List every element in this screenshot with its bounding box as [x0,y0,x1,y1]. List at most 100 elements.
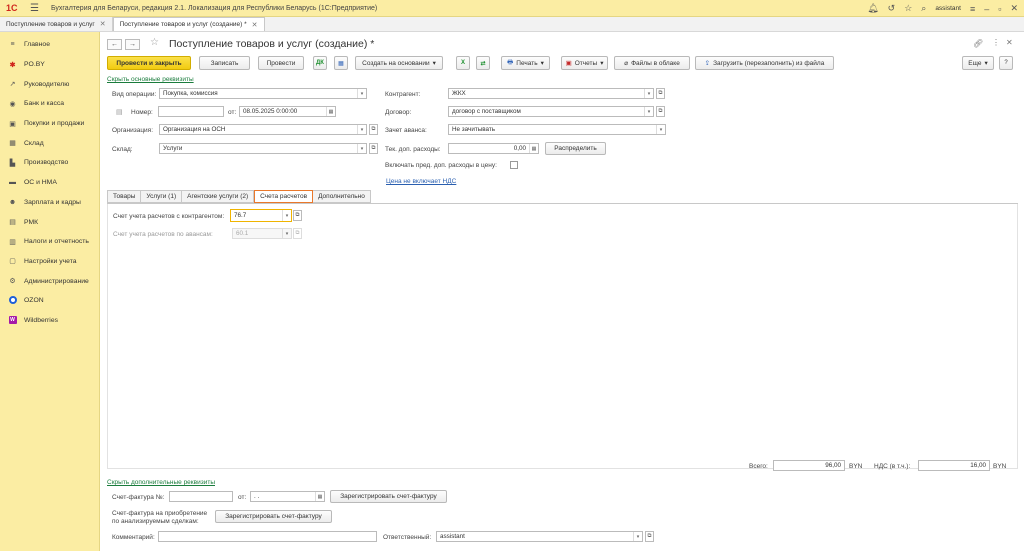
counterparty-account-select[interactable]: 76.7 ▾ [230,209,292,222]
open-counterparty-button[interactable]: ⧉ [656,88,665,99]
register-acquisition-invoice-button[interactable]: Зарегистрировать счет-фактуру [215,510,332,523]
open-warehouse-button[interactable]: ⧉ [369,143,378,154]
create-based-on-button[interactable]: Создать на основании ▾ [355,56,443,70]
reports-button[interactable]: ▣ Отчеты ▾ [561,56,608,70]
sidebar-item-bank[interactable]: ◉ Банк и касса [0,94,99,114]
sidebar-item-administration[interactable]: ⚙ Администрирование [0,271,99,291]
open-organization-button[interactable]: ⧉ [369,124,378,135]
advance-offset-select[interactable]: Не зачитывать ▾ [448,124,666,135]
contract-select[interactable]: договор с поставщиком ▾ [448,106,654,117]
extra-costs-input[interactable]: 0,00 ▦ [448,143,539,154]
settings-menu-icon[interactable]: ≡ [970,4,975,14]
sidebar-item-label: Руководителю [24,80,70,88]
contract-label: Договор: [385,109,412,116]
sidebar-item-taxes[interactable]: ▥ Налоги и отчетность [0,232,99,252]
load-from-file-button[interactable]: ⇪ Загрузить (перезаполнить) из файла [695,56,834,70]
poby-icon: ✱ [9,61,16,69]
number-input[interactable] [158,106,224,117]
sidebar-item-fixed-assets[interactable]: ▬ ОС и НМА [0,173,99,193]
hide-main-details-link[interactable]: Скрыть основные реквизиты [107,76,194,83]
sidebar-item-purchases-sales[interactable]: ▣ Покупки и продажи [0,114,99,134]
tab-additional[interactable]: Дополнительно [313,190,371,203]
register-invoice-button[interactable]: Зарегистрировать счет-фактуру [330,490,447,503]
open-responsible-button[interactable]: ⧉ [645,531,654,542]
maximize-icon[interactable]: ▫ [998,4,1001,14]
save-button[interactable]: Записать [199,56,250,70]
back-button[interactable]: ← [107,39,122,50]
history-icon[interactable]: ↺ [888,3,896,14]
excel-icon[interactable]: X [456,56,470,70]
sidebar-item-warehouse[interactable]: ▦ Склад [0,133,99,153]
sidebar-item-accounting-settings[interactable]: ▢ Настройки учета [0,252,99,272]
invoice-date-input[interactable]: . . ▦ [250,491,325,502]
close-icon[interactable]: ✕ [1006,38,1013,47]
tab-goods-receipt-list[interactable]: Поступление товаров и услуг ✕ [0,17,113,31]
post-and-close-button[interactable]: Провести и закрыть [107,56,191,70]
table-icon: ▤ [116,109,123,116]
invoice-number-input[interactable] [169,491,233,502]
cloud-files-button[interactable]: ⌀ Файлы в облаке [614,56,690,70]
current-user[interactable]: assistant [935,5,961,12]
tab-settlement-accounts[interactable]: Счета расчетов [254,190,314,203]
vat-label: НДС (в т.ч.): [874,463,911,470]
organization-select[interactable]: Организация на ОСН ▾ [159,124,367,135]
structure-icon[interactable]: ▦ [334,56,348,70]
dt-kt-icon[interactable]: ДК [313,56,327,70]
post-button[interactable]: Провести [258,56,304,70]
app-logo: 1С [6,3,18,13]
warehouse-select[interactable]: Услуги ▾ [159,143,367,154]
more-vertical-icon[interactable]: ⋮ [992,38,1000,47]
more-button[interactable]: Еще ▾ [962,56,994,70]
report-icon: ▣ [565,60,572,67]
counterparty-select[interactable]: ЖКХ ▾ [448,88,654,99]
chevron-down-icon: ▾ [540,60,544,67]
favorites-star-icon[interactable]: ☆ [904,3,912,14]
responsible-select[interactable]: assistant ▾ [436,531,643,542]
hide-extra-details-link[interactable]: Скрыть дополнительные реквизиты [107,479,215,486]
people-icon: ☻ [8,198,17,206]
advance-account-label: Счет учета расчетов по авансам: [113,231,213,238]
paperclip-icon: ⌀ [624,60,629,67]
open-account-button[interactable]: ⧉ [293,210,302,221]
exchange-icon[interactable]: ⇄ [476,56,490,70]
help-button[interactable]: ? [999,56,1013,70]
open-contract-button[interactable]: ⧉ [656,106,665,117]
forward-button[interactable]: → [125,39,140,50]
close-window-icon[interactable]: ✕ [1010,3,1018,14]
distribute-button[interactable]: Распределить [545,142,606,155]
tab-services[interactable]: Услуги (1) [141,190,183,203]
tab-goods[interactable]: Товары [107,190,142,203]
sidebar-item-label: Производство [24,159,69,167]
sidebar-item-production[interactable]: ▙ Производство [0,153,99,173]
link-icon[interactable]: 🔗︎ [973,39,983,48]
main-menu-icon[interactable]: ☰ [30,3,39,14]
include-costs-checkbox[interactable] [510,161,518,169]
sidebar-item-manager[interactable]: ↗ Руководителю [0,74,99,94]
close-icon[interactable]: ✕ [252,21,258,29]
total-amount: 96,00 [773,460,845,471]
operation-type-select[interactable]: Покупка, комиссия ▾ [159,88,367,99]
print-button[interactable]: 🖶︎ Печать ▾ [501,56,550,70]
sidebar-item-rmk[interactable]: ▤ РМК [0,212,99,232]
sidebar-item-poby[interactable]: ✱ PO.BY [0,55,99,75]
search-icon[interactable]: ⌕ [921,3,926,14]
sidebar-item-wildberries[interactable]: W Wildberries [0,311,99,331]
page-title: Поступление товаров и услуг (создание) * [169,38,375,50]
sidebar-item-payroll[interactable]: ☻ Зарплата и кадры [0,193,99,213]
sidebar-item-label: Настройки учета [24,257,77,265]
favorite-star-icon[interactable]: ☆ [150,37,159,48]
comment-input[interactable] [158,531,377,542]
price-excludes-vat-link[interactable]: Цена не включает НДС [386,178,456,185]
sidebar-item-label: Зарплата и кадры [24,198,81,206]
advance-account-select: 60.1 ▾ [232,228,292,239]
tab-goods-receipt-new[interactable]: Поступление товаров и услуг (создание) *… [112,17,265,31]
document-form: ← → ☆ Поступление товаров и услуг (созда… [101,32,1024,551]
bell-icon[interactable]: 🔔︎ [867,3,878,14]
minimize-icon[interactable]: – [984,4,989,14]
sidebar-item-main[interactable]: ≡ Главное [0,35,99,55]
operation-type-label: Вид операции: [112,91,157,98]
tab-agent-services[interactable]: Агентские услуги (2) [182,190,255,203]
date-input[interactable]: 08.05.2025 0:00:00 ▦ [239,106,336,117]
sidebar-item-ozon[interactable]: OZON [0,291,99,311]
close-icon[interactable]: ✕ [100,20,106,28]
